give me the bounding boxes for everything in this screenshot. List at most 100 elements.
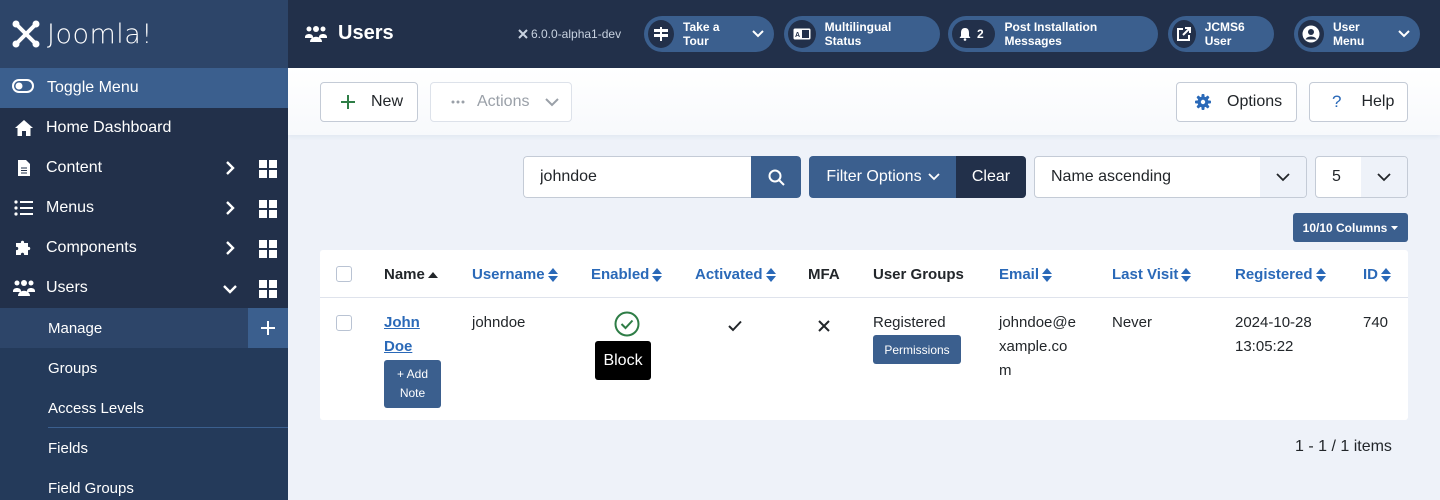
external-link-icon xyxy=(1172,20,1196,48)
users-icon xyxy=(12,279,36,297)
file-icon xyxy=(12,159,36,177)
permissions-button[interactable]: Permissions xyxy=(873,335,961,364)
dashboard-grid-icon[interactable] xyxy=(259,160,277,183)
column-header-name[interactable]: Name xyxy=(384,266,438,283)
column-header-username[interactable]: Username xyxy=(472,266,558,283)
list-limit-select[interactable]: 5 xyxy=(1315,156,1408,198)
actions-dropdown[interactable]: Actions xyxy=(430,82,572,122)
help-label: Help xyxy=(1361,93,1395,110)
list-limit-value: 5 xyxy=(1332,168,1341,185)
signpost-icon xyxy=(648,20,675,48)
search-group xyxy=(523,156,801,198)
sidebar-subitem-access-levels[interactable]: Access Levels xyxy=(0,388,288,428)
dashboard-grid-icon[interactable] xyxy=(259,280,277,303)
column-label: Enabled xyxy=(591,266,650,283)
pagination-summary: 1 - 1 / 1 items xyxy=(1295,438,1392,455)
header: Users 6.0.0-alpha1-dev Take a Tour A Mul… xyxy=(288,0,1440,68)
column-label: Last Visit xyxy=(1112,266,1179,283)
columns-toggle-button[interactable]: 10/10 Columns xyxy=(1293,213,1408,242)
check-circle-icon xyxy=(614,311,640,337)
users-submenu: Manage Groups Access Levels Fields Field… xyxy=(0,308,288,500)
tooltip-text: Block xyxy=(603,351,643,369)
sidebar-item-menus[interactable]: Menus xyxy=(0,188,288,228)
search-input[interactable] xyxy=(523,156,751,198)
filter-options-button[interactable]: Filter Options xyxy=(809,156,957,198)
email-line: m xyxy=(999,362,1012,379)
enabled-toggle[interactable] xyxy=(614,311,640,345)
clear-button[interactable]: Clear xyxy=(956,156,1026,198)
chevron-down-icon xyxy=(1260,157,1306,197)
sidebar-subitem-label: Groups xyxy=(48,359,98,377)
username-cell: johndoe xyxy=(472,314,526,331)
user-name-link[interactable]: John Doe xyxy=(384,311,420,359)
pill-label: Post Installation Messages xyxy=(1004,20,1098,48)
sort-select[interactable]: Name ascending xyxy=(1034,156,1307,198)
logo[interactable]: Joomla! xyxy=(0,0,288,68)
page-title: Users xyxy=(304,22,394,45)
new-button[interactable]: New xyxy=(320,82,418,122)
chevron-down-icon xyxy=(1361,157,1407,197)
jcms6-user-site-link[interactable]: JCMS6 User xyxy=(1168,16,1274,52)
caret-down-icon xyxy=(1391,225,1399,230)
add-user-button[interactable] xyxy=(248,308,288,348)
name-line: Doe xyxy=(384,338,413,355)
user-menu-button[interactable]: User Menu xyxy=(1294,16,1420,52)
add-note-label: Note xyxy=(399,386,426,400)
sidebar-subitem-fields[interactable]: Fields xyxy=(0,428,288,468)
column-header-email[interactable]: Email xyxy=(999,266,1053,283)
column-label: Registered xyxy=(1235,266,1313,283)
add-note-button[interactable]: + Add Note xyxy=(384,360,441,408)
toggle-menu-button[interactable]: Toggle Menu xyxy=(0,68,288,108)
column-header-id[interactable]: ID xyxy=(1363,266,1391,283)
chevron-right-icon[interactable] xyxy=(224,200,236,221)
chevron-down-icon xyxy=(927,173,940,181)
name-line: John xyxy=(384,314,420,331)
mfa-x-icon xyxy=(818,316,830,340)
toolbar: New Actions Options ? Help xyxy=(288,68,1440,135)
dashboard-grid-icon[interactable] xyxy=(259,200,277,223)
sidebar-subitem-field-groups[interactable]: Field Groups xyxy=(0,468,288,500)
dashboard-grid-icon[interactable] xyxy=(259,240,277,263)
sidebar-item-components[interactable]: Components xyxy=(0,228,288,268)
search-icon xyxy=(768,169,785,186)
sidebar-item-users[interactable]: Users xyxy=(0,268,288,308)
column-header-registered[interactable]: Registered xyxy=(1235,266,1326,283)
joomla-logo-icon xyxy=(518,29,528,39)
column-header-enabled[interactable]: Enabled xyxy=(591,266,663,283)
multilingual-status-button[interactable]: A Multilingual Status xyxy=(784,16,940,52)
sidebar-item-label: Home Dashboard xyxy=(46,119,172,136)
sidebar-subitem-label: Manage xyxy=(48,319,103,337)
version-text: 6.0.0-alpha1-dev xyxy=(531,27,622,41)
search-button[interactable] xyxy=(751,156,801,198)
chevron-down-icon[interactable] xyxy=(222,282,238,300)
sort-icon xyxy=(547,267,558,282)
pill-label: Multilingual Status xyxy=(824,20,892,48)
column-header-activated[interactable]: Activated xyxy=(695,266,776,283)
sort-asc-icon xyxy=(427,271,438,278)
column-header-last-visit[interactable]: Last Visit xyxy=(1112,266,1192,283)
post-installation-messages-button[interactable]: 2 Post Installation Messages xyxy=(948,16,1158,52)
chevron-right-icon[interactable] xyxy=(224,160,236,181)
svg-text:A: A xyxy=(795,32,800,39)
options-button[interactable]: Options xyxy=(1176,82,1297,122)
notification-count-badge: 2 xyxy=(977,27,984,41)
chevron-right-icon[interactable] xyxy=(224,240,236,261)
column-label: Activated xyxy=(695,266,763,283)
sidebar-subitem-groups[interactable]: Groups xyxy=(0,348,288,388)
pill-label: User Menu xyxy=(1333,20,1365,48)
sidebar-subitem-label: Fields xyxy=(48,439,89,457)
gear-icon xyxy=(1195,94,1211,110)
column-label: User Groups xyxy=(873,266,964,283)
pill-label: JCMS6 User xyxy=(1204,20,1245,48)
select-all-checkbox[interactable] xyxy=(336,266,352,282)
take-a-tour-button[interactable]: Take a Tour xyxy=(644,16,774,52)
clear-label: Clear xyxy=(971,168,1011,185)
sidebar-subitem-label: Field Groups xyxy=(48,479,134,497)
sidebar-item-content[interactable]: Content xyxy=(0,148,288,188)
help-button[interactable]: ? Help xyxy=(1309,82,1408,122)
row-checkbox[interactable] xyxy=(336,315,352,331)
sidebar-subitem-manage[interactable]: Manage xyxy=(0,308,288,348)
plus-icon xyxy=(261,321,275,335)
sidebar-item-home-dashboard[interactable]: Home Dashboard xyxy=(0,108,288,148)
logo-text: Joomla! xyxy=(47,18,153,50)
